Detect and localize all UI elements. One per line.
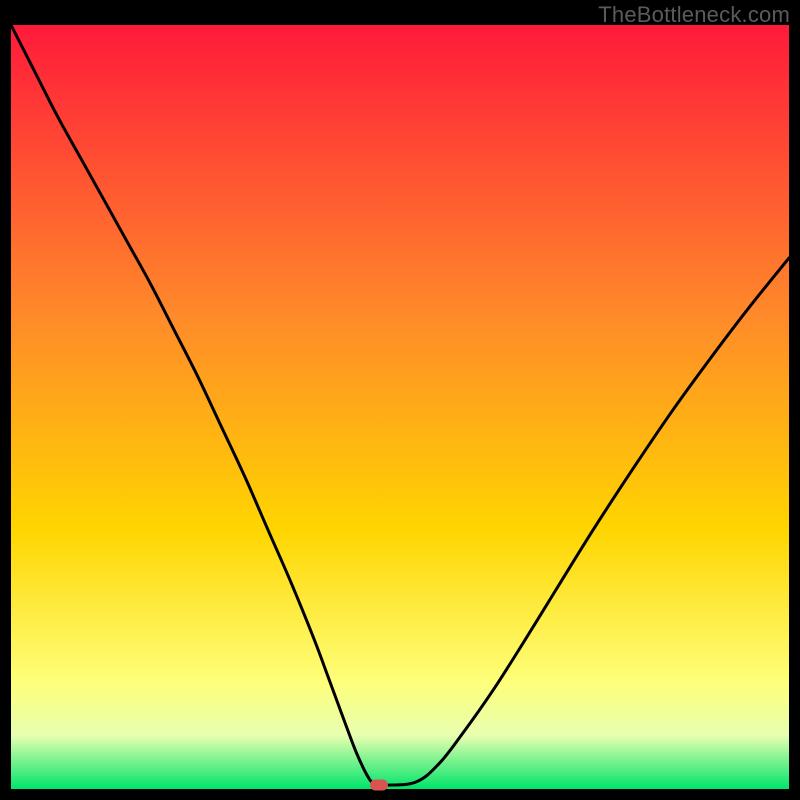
bottleneck-chart [11, 25, 789, 789]
chart-frame [11, 25, 789, 789]
gradient-background [11, 25, 789, 789]
optimum-marker [370, 780, 388, 791]
